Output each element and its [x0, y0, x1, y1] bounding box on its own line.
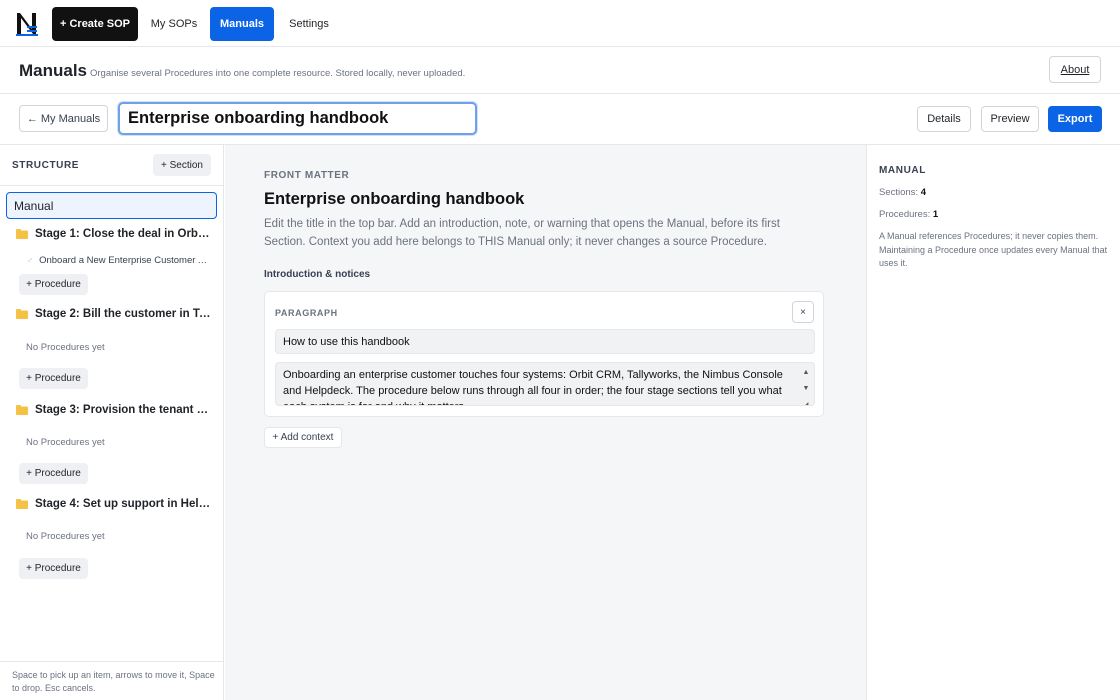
folder-icon	[16, 405, 28, 415]
structure-sidebar: STRUCTURE + Section Manual Stage 1: Clos…	[0, 145, 224, 700]
manual-title-input[interactable]	[118, 102, 477, 135]
empty-section-note: No Procedures yet	[26, 342, 105, 353]
section-label: Stage 4: Set up support in Helpdeck	[35, 498, 211, 510]
manual-tree-item[interactable]: Manual	[6, 192, 217, 219]
create-sop-button[interactable]: + Create SOP	[52, 7, 138, 41]
section-label: Stage 1: Close the deal in Orbit CRM	[35, 228, 211, 240]
folder-icon	[16, 229, 28, 239]
front-matter-editor: FRONT MATTER Enterprise onboarding handb…	[225, 145, 866, 700]
procedure-label: Onboard a New Enterprise Customer Across…	[39, 254, 211, 266]
nav-my-sops[interactable]: My SOPs	[144, 7, 204, 41]
sections-count-label: Sections:	[879, 187, 919, 198]
create-sop-label: + Create SOP	[59, 18, 130, 30]
add-procedure-button[interactable]: + Procedure	[19, 463, 88, 484]
add-procedure-button[interactable]: + Procedure	[19, 274, 88, 295]
export-button[interactable]: Export	[1048, 106, 1102, 132]
top-nav: + Create SOP My SOPs Manuals Settings	[0, 0, 1120, 47]
section-item[interactable]: Stage 1: Close the deal in Orbit CRM	[16, 224, 211, 244]
procedures-count-label: Procedures:	[879, 209, 931, 220]
back-to-manuals-button[interactable]: ← My Manuals	[19, 105, 108, 132]
page-title: Manuals	[19, 61, 88, 80]
panel-heading: MANUAL	[879, 165, 926, 176]
empty-section-note: No Procedures yet	[26, 437, 105, 448]
front-matter-title: Enterprise onboarding handbook	[264, 190, 525, 208]
page-subtitle: Organise several Procedures into one com…	[90, 68, 466, 79]
keyboard-hint: Space to pick up an item, arrows to move…	[12, 670, 215, 693]
remove-block-button[interactable]: ×	[792, 301, 814, 323]
nav-manuals[interactable]: Manuals	[210, 7, 274, 41]
section-item[interactable]: Stage 3: Provision the tenant in the Nim…	[16, 400, 211, 420]
panel-note: A Manual references Procedures; it never…	[879, 231, 1108, 268]
about-button[interactable]: About	[1049, 56, 1101, 83]
section-label: Stage 2: Bill the customer in Tallyworks	[35, 308, 211, 320]
sections-count-value: 4	[920, 187, 927, 198]
paragraph-block: PARAGRAPH × How to use this handbook Onb…	[264, 291, 824, 417]
folder-icon	[16, 309, 28, 319]
sections-count: Sections: 4	[879, 187, 926, 198]
link-icon	[28, 258, 32, 262]
front-matter-description: Edit the title in the top bar. Add an in…	[264, 218, 780, 248]
empty-section-note: No Procedures yet	[26, 531, 105, 542]
procedure-item[interactable]: Onboard a New Enterprise Customer Across…	[28, 252, 211, 268]
section-item[interactable]: Stage 4: Set up support in Helpdeck	[16, 494, 211, 514]
page-header: Manuals Organise several Procedures into…	[0, 48, 1120, 94]
block-heading-input[interactable]: How to use this handbook	[275, 329, 815, 354]
front-matter-label: FRONT MATTER	[264, 170, 350, 181]
add-procedure-button[interactable]: + Procedure	[19, 558, 88, 579]
block-body-textarea[interactable]: Onboarding an enterprise customer touche…	[275, 362, 815, 406]
editor-toolbar: ← My Manuals Details Preview Export	[0, 94, 1120, 145]
nav-settings[interactable]: Settings	[280, 7, 338, 41]
details-button[interactable]: Details	[917, 106, 971, 132]
logo-icon[interactable]	[15, 10, 39, 36]
manual-info-panel: MANUAL Sections: 4 Procedures: 1 A Manua…	[866, 145, 1120, 700]
section-item[interactable]: Stage 2: Bill the customer in Tallyworks	[16, 304, 211, 324]
block-body-text: Onboarding an enterprise customer touche…	[283, 369, 783, 405]
divider	[0, 185, 224, 186]
section-label: Stage 3: Provision the tenant in the Nim…	[35, 404, 211, 416]
scroll-arrows-icon[interactable]: ▲ ▼ ◢	[802, 365, 810, 405]
close-icon: ×	[800, 306, 806, 318]
structure-heading: STRUCTURE	[12, 160, 80, 171]
introduction-label: Introduction & notices	[264, 269, 371, 280]
divider	[0, 661, 224, 662]
preview-button[interactable]: Preview	[981, 106, 1039, 132]
add-procedure-button[interactable]: + Procedure	[19, 368, 88, 389]
procedures-count: Procedures: 1	[879, 209, 938, 220]
add-section-button[interactable]: + Section	[153, 154, 211, 176]
folder-icon	[16, 499, 28, 509]
procedures-count-value: 1	[932, 209, 939, 220]
block-type-label: PARAGRAPH	[275, 308, 338, 318]
add-context-button[interactable]: + Add context	[264, 427, 342, 448]
